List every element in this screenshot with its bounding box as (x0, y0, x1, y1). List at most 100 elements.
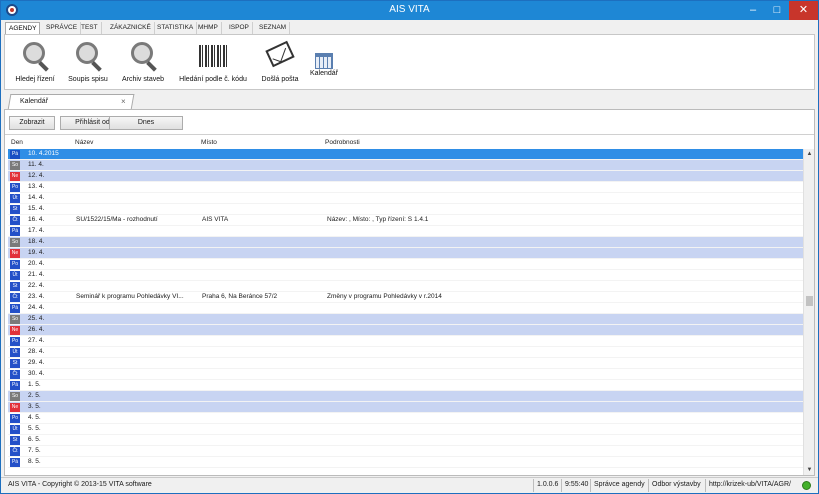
day-badge: Čt (10, 370, 20, 379)
day-badge: Pá (10, 227, 20, 236)
status-divider (533, 479, 534, 492)
today-button[interactable]: Dnes (109, 116, 183, 130)
close-button[interactable]: ✕ (789, 1, 818, 20)
date-cell: 8. 5. (28, 458, 41, 465)
tab-seznam[interactable]: SEZNAM (256, 22, 291, 34)
calendar-button[interactable]: Kalendář (307, 39, 341, 87)
calendar-row[interactable]: Út 21. 4. (8, 270, 803, 281)
date-cell: 23. 4. (28, 293, 45, 300)
calendar-row[interactable]: Po 4. 5. (8, 413, 803, 424)
calendar-row[interactable]: So 25. 4. (8, 314, 803, 325)
tab-ispop[interactable]: ISPOP (226, 22, 253, 34)
date-cell: 1. 5. (28, 381, 41, 388)
calendar-icon (315, 53, 333, 69)
minimize-button[interactable]: – (741, 1, 765, 20)
connection-status-icon (802, 481, 811, 490)
calendar-row[interactable]: Pá 24. 4. (8, 303, 803, 314)
status-url: http://krizek-ub/VITA/AGR/ (709, 481, 791, 488)
calendar-row[interactable]: Pá 8. 5. (8, 457, 803, 468)
calendar-row[interactable]: Pá 10. 4.2015 (8, 149, 803, 160)
calendar-row[interactable]: Čt 23. 4. Seminář k programu Pohledávky VI… (8, 292, 803, 303)
scroll-up-icon[interactable]: ▲ (804, 149, 815, 159)
calendar-row[interactable]: So 18. 4. (8, 237, 803, 248)
calendar-row[interactable]: St 6. 5. (8, 435, 803, 446)
calendar-row[interactable]: Ne 12. 4. (8, 171, 803, 182)
calendar-row[interactable]: Ne 3. 5. (8, 402, 803, 413)
tab-close-icon[interactable]: × (121, 97, 126, 106)
day-badge: Po (10, 414, 20, 423)
title-bar[interactable]: AIS VITA – □ ✕ (1, 1, 818, 20)
tab-test[interactable]: TEST (78, 22, 102, 34)
calendar-row[interactable]: Ne 26. 4. (8, 325, 803, 336)
calendar-row[interactable]: Čt 16. 4. SU/1522/15/Ma - rozhodnutí AIS VI… (8, 215, 803, 226)
date-cell: 25. 4. (28, 315, 45, 322)
day-badge: Ne (10, 249, 20, 258)
day-badge: Čt (10, 447, 20, 456)
show-button[interactable]: Zobrazit (9, 116, 55, 130)
day-badge: So (10, 392, 20, 401)
date-cell: 27. 4. (28, 337, 45, 344)
ribbon-panel: Hledej řízení Soupis spisu Archiv staveb… (4, 34, 815, 90)
file-inventory-button[interactable]: Soupis spisu (63, 39, 113, 87)
calendar-row[interactable]: So 2. 5. (8, 391, 803, 402)
date-cell: 11. 4. (28, 161, 44, 168)
calendar-row[interactable]: Po 20. 4. (8, 259, 803, 270)
calendar-row[interactable]: Pá 17. 4. (8, 226, 803, 237)
find-proceedings-button[interactable]: Hledej řízení (11, 39, 59, 87)
column-header-details[interactable]: Podrobnosti (325, 139, 360, 146)
calendar-row[interactable]: St 22. 4. (8, 281, 803, 292)
toolbar-divider (5, 134, 814, 135)
tab-zakaznicke[interactable]: ZÁKAZNICKÉ (107, 22, 155, 34)
status-divider (648, 479, 649, 492)
tab-statistika[interactable]: STATISTIKA (154, 22, 198, 34)
day-badge: Po (10, 337, 20, 346)
maximize-button[interactable]: □ (765, 1, 789, 20)
calendar-grid[interactable]: Pá 10. 4.2015 So 11. 4. Ne 12. 4. Po 13. 4. Út 14… (8, 149, 803, 475)
calendar-row[interactable]: Po 13. 4. (8, 182, 803, 193)
calendar-row[interactable]: Út 5. 5. (8, 424, 803, 435)
date-cell: 5. 5. (28, 425, 41, 432)
date-cell: 10. 4.2015 (28, 150, 59, 157)
window-title: AIS VITA (389, 4, 430, 15)
barcode-search-button[interactable]: Hledání podle č. kódu (173, 39, 253, 87)
calendar-label: Kalendář (309, 70, 339, 77)
calendar-row[interactable]: Út 14. 4. (8, 193, 803, 204)
date-cell: 13. 4. (28, 183, 45, 190)
column-header-name[interactable]: Název (75, 139, 93, 146)
date-cell: 24. 4. (28, 304, 45, 311)
day-badge: Ne (10, 172, 20, 181)
date-cell: 4. 5. (28, 414, 41, 421)
calendar-row[interactable]: Ne 19. 4. (8, 248, 803, 259)
day-badge: St (10, 282, 20, 291)
column-header-place[interactable]: Místo (201, 139, 217, 146)
tab-mhmp[interactable]: MHMP (195, 22, 222, 34)
calendar-row[interactable]: Pá 1. 5. (8, 380, 803, 391)
calendar-row[interactable]: So 11. 4. (8, 160, 803, 171)
calendar-panel: Zobrazit Přihlásit odběr Dnes Den Název … (4, 109, 815, 476)
date-cell: 12. 4. (28, 172, 45, 179)
status-time: 9:55:40 (565, 481, 589, 488)
scroll-down-icon[interactable]: ▼ (804, 465, 815, 475)
incoming-mail-button[interactable]: Došlá pošta (257, 39, 303, 87)
calendar-row[interactable]: Čt 7. 5. (8, 446, 803, 457)
building-archive-button[interactable]: Archiv staveb (117, 39, 169, 87)
mail-icon (265, 40, 295, 68)
vertical-scrollbar[interactable]: ▲ ▼ (803, 149, 814, 475)
column-header-day[interactable]: Den (11, 139, 23, 146)
calendar-row[interactable]: Po 27. 4. (8, 336, 803, 347)
day-badge: Út (10, 271, 20, 280)
date-cell: 26. 4. (28, 326, 45, 333)
building-archive-label: Archiv staveb (121, 76, 165, 83)
day-badge: So (10, 238, 20, 247)
calendar-row[interactable]: St 15. 4. (8, 204, 803, 215)
scroll-thumb[interactable] (806, 296, 813, 306)
name-cell: Seminář k programu Pohledávky VI... (76, 293, 184, 300)
day-badge: Po (10, 183, 20, 192)
date-cell: 14. 4. (28, 194, 45, 201)
tab-spravce[interactable]: SPRÁVCE (43, 22, 82, 34)
calendar-row[interactable]: Čt 30. 4. (8, 369, 803, 380)
barcode-search-label: Hledání podle č. kódu (179, 76, 247, 83)
date-cell: 29. 4. (28, 359, 45, 366)
calendar-row[interactable]: St 29. 4. (8, 358, 803, 369)
calendar-row[interactable]: Út 28. 4. (8, 347, 803, 358)
